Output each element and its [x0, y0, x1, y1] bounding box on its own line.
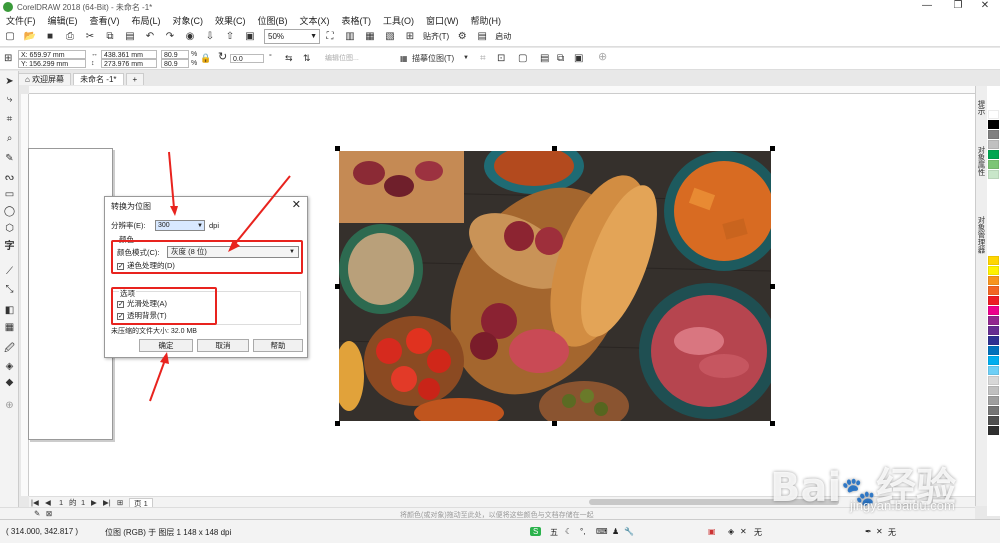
palette-swatch[interactable]	[988, 296, 999, 305]
moon-icon[interactable]: ☾	[565, 527, 572, 536]
watermark-url: jingyan.baidu.com	[850, 498, 955, 513]
docker-tab-hints[interactable]: 提示	[977, 100, 987, 115]
input-method-label[interactable]: 五	[550, 527, 558, 538]
docker-panel: 提示 对象属性 对象管理器	[975, 86, 987, 506]
docker-tab-object-manager[interactable]: 对象管理器	[977, 216, 987, 254]
palette-swatch[interactable]	[988, 356, 999, 365]
wrench-icon[interactable]: 🔧	[624, 527, 634, 536]
last-page-icon[interactable]: ▶|	[103, 498, 111, 507]
outline-pen-icon: ✒	[865, 527, 872, 536]
palette-swatch[interactable]	[988, 396, 999, 405]
keyboard-icon[interactable]: ⌨	[596, 527, 608, 536]
palette-swatch[interactable]	[988, 120, 999, 129]
previous-page-icon[interactable]: ◀	[45, 498, 51, 507]
palette-swatch[interactable]	[988, 346, 999, 355]
add-page-icon[interactable]: ⊞	[117, 498, 123, 507]
outline-value: 无	[888, 528, 896, 537]
input-method-logo-icon[interactable]: S	[530, 527, 542, 536]
status-bar: ( 314.000, 342.817 ) 位图 (RGB) 于 图层 1 148…	[0, 519, 1000, 543]
palette-swatch[interactable]	[988, 306, 999, 315]
eyedropper-icon[interactable]: ✎	[34, 509, 40, 518]
fill-icon: ◈	[728, 527, 735, 536]
skin-icon[interactable]: ♟	[612, 527, 619, 536]
next-page-icon[interactable]: ▶	[91, 498, 97, 507]
palette-swatch[interactable]	[988, 140, 999, 149]
palette-swatch[interactable]	[988, 426, 999, 435]
palette-swatch[interactable]	[988, 170, 999, 179]
total-pages-number: 1	[81, 498, 86, 507]
punctuation-icon[interactable]: °,	[580, 527, 585, 536]
palette-swatch[interactable]	[988, 286, 999, 295]
palette-swatch[interactable]	[988, 276, 999, 285]
palette-swatch[interactable]	[988, 256, 999, 265]
palette-swatch[interactable]	[988, 266, 999, 275]
palette-swatch[interactable]	[988, 316, 999, 325]
selected-object-info: 位图 (RGB) 于 图层 1 148 x 148 dpi	[105, 528, 232, 537]
palette-swatch[interactable]	[988, 326, 999, 335]
palette-swatch[interactable]	[988, 336, 999, 345]
no-color-icon[interactable]: ⊠	[46, 509, 52, 518]
document-color-settings-icon[interactable]: ▣	[708, 527, 716, 536]
docker-tab-object-properties[interactable]: 对象属性	[977, 146, 987, 176]
palette-swatch[interactable]	[988, 376, 999, 385]
palette-swatch[interactable]	[988, 160, 999, 169]
palette-swatch[interactable]	[988, 406, 999, 415]
current-page-number: 1	[59, 498, 64, 507]
outline-none-icon: ✕	[876, 527, 883, 536]
palette-swatch[interactable]	[988, 130, 999, 139]
page-of-label: 的	[69, 498, 77, 507]
fill-none-icon: ✕	[740, 527, 747, 536]
cursor-coordinates: ( 314.000, 342.817 )	[6, 527, 79, 536]
palette-swatch[interactable]	[988, 366, 999, 375]
palette-swatch[interactable]	[988, 386, 999, 395]
first-page-icon[interactable]: |◀	[31, 498, 39, 507]
palette-swatch[interactable]	[988, 110, 999, 119]
color-palette	[987, 86, 1000, 516]
palette-swatch[interactable]	[988, 416, 999, 425]
fill-value: 无	[754, 528, 762, 537]
palette-swatch[interactable]	[988, 150, 999, 159]
